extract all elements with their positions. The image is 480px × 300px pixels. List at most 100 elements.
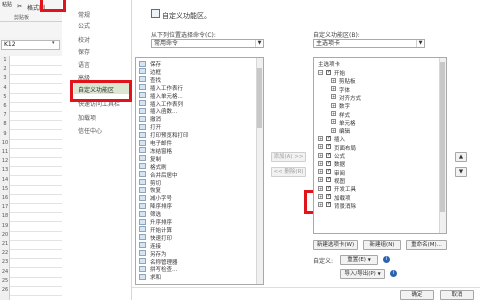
tree-scrollbar-thumb[interactable] bbox=[440, 62, 445, 212]
choose-commands-select[interactable]: 常用命令 ▼ bbox=[151, 39, 264, 48]
commands-list-scrollbar[interactable] bbox=[256, 58, 263, 284]
tree-group-item[interactable]: 编辑 bbox=[339, 127, 350, 135]
command-list-item[interactable]: 名称管理器 bbox=[150, 258, 178, 266]
nav-item-formulas[interactable]: 公式 bbox=[78, 21, 90, 30]
row-number[interactable]: 21 bbox=[0, 241, 10, 247]
expand-icon[interactable]: + bbox=[318, 160, 323, 166]
namebox-chevron-down-icon[interactable]: ▾ bbox=[52, 40, 55, 46]
nav-item-save[interactable]: 保存 bbox=[78, 47, 90, 56]
command-list-item[interactable]: 拼写检查... bbox=[150, 265, 177, 273]
command-list-item[interactable]: 撤消 bbox=[150, 115, 161, 123]
tree-tab-item[interactable]: 开始 bbox=[334, 69, 345, 77]
tree-tab-item[interactable]: 插入 bbox=[334, 135, 345, 143]
row-number[interactable]: 13 bbox=[0, 167, 10, 173]
command-list-item[interactable]: 连接 bbox=[150, 242, 161, 250]
tab-checkbox[interactable]: ✓ bbox=[326, 144, 331, 150]
row-number[interactable]: 7 bbox=[0, 112, 10, 118]
command-list-item[interactable]: 格式刷 bbox=[150, 163, 167, 171]
remove-button[interactable]: << 删除(R) bbox=[271, 167, 306, 177]
row-number[interactable]: 18 bbox=[0, 213, 10, 219]
command-list-item[interactable]: 电子邮件 bbox=[150, 139, 172, 147]
expand-icon[interactable]: + bbox=[318, 144, 323, 150]
row-number[interactable]: 5 bbox=[0, 94, 10, 100]
expand-icon[interactable]: + bbox=[331, 94, 336, 100]
command-list-item[interactable]: 升序排序 bbox=[150, 218, 172, 226]
row-number[interactable]: 3 bbox=[0, 75, 10, 81]
tab-checkbox[interactable]: ✓ bbox=[326, 194, 331, 199]
row-number[interactable]: 11 bbox=[0, 149, 10, 155]
tree-tab-item[interactable]: 公式 bbox=[334, 152, 345, 160]
tree-group-item[interactable]: 数字 bbox=[339, 102, 350, 110]
move-down-button[interactable]: ▼ bbox=[455, 167, 467, 177]
chevron-down-icon[interactable]: ▼ bbox=[255, 40, 263, 47]
tab-checkbox[interactable]: ✓ bbox=[326, 202, 331, 208]
tab-checkbox[interactable]: ✓ bbox=[326, 177, 331, 183]
row-number[interactable]: 16 bbox=[0, 195, 10, 201]
commands-list[interactable]: 保存 边框 查找 插入工作表行 插入单元格... 插入工作表列 插入函数... 撤消 打开 打印预… bbox=[135, 57, 264, 285]
row-number[interactable]: 10 bbox=[0, 140, 10, 146]
expand-icon[interactable]: + bbox=[318, 185, 323, 191]
tab-checkbox[interactable]: ✓ bbox=[326, 152, 331, 158]
row-number[interactable]: 12 bbox=[0, 158, 10, 164]
command-list-item[interactable]: 复制 bbox=[150, 155, 161, 163]
command-list-item[interactable]: 打开 bbox=[150, 123, 161, 131]
expand-icon[interactable]: + bbox=[318, 177, 323, 183]
chevron-down-icon[interactable]: ▼ bbox=[416, 40, 424, 47]
nav-item-language[interactable]: 语言 bbox=[78, 60, 90, 69]
move-up-button[interactable]: ▲ bbox=[455, 152, 467, 162]
command-list-item[interactable]: 冻结窗格 bbox=[150, 147, 172, 155]
new-group-button[interactable]: 新建组(N) bbox=[363, 240, 401, 250]
row-number[interactable]: 8 bbox=[0, 121, 10, 127]
command-list-item[interactable]: 插入函数... bbox=[150, 107, 177, 115]
row-number[interactable]: 19 bbox=[0, 223, 10, 229]
add-button[interactable]: 添加(A) >> bbox=[271, 152, 306, 162]
command-list-item[interactable]: 减小字号 bbox=[150, 194, 172, 202]
command-list-item[interactable]: 合并后居中 bbox=[150, 171, 178, 179]
nav-item-trust-center[interactable]: 信任中心 bbox=[78, 126, 102, 135]
tree-tab-item[interactable]: 背景消除 bbox=[334, 202, 356, 210]
expand-icon[interactable]: + bbox=[331, 119, 336, 125]
tree-tab-item[interactable]: 开发工具 bbox=[334, 185, 356, 193]
row-number[interactable]: 26 bbox=[0, 287, 10, 293]
row-number[interactable]: 20 bbox=[0, 232, 10, 238]
command-list-item[interactable]: 插入单元格... bbox=[150, 92, 183, 100]
collapse-icon[interactable]: − bbox=[318, 69, 323, 75]
tree-tab-item[interactable]: 视图 bbox=[334, 177, 345, 185]
command-list-item[interactable]: 插入工作表列 bbox=[150, 100, 183, 108]
row-number[interactable]: 1 bbox=[0, 57, 10, 63]
row-number[interactable]: 22 bbox=[0, 250, 10, 256]
command-list-item[interactable]: 打印预览和打印 bbox=[150, 131, 189, 139]
tree-scrollbar[interactable] bbox=[439, 58, 446, 233]
tree-tab-item[interactable]: 页面布局 bbox=[334, 144, 356, 152]
cancel-button[interactable]: 取消 bbox=[440, 290, 474, 300]
command-list-item[interactable]: 开始计算 bbox=[150, 226, 172, 234]
nav-item-addins[interactable]: 加载项 bbox=[78, 113, 96, 122]
command-list-item[interactable]: 降序排序 bbox=[150, 202, 172, 210]
new-tab-button[interactable]: 新建选项卡(W) bbox=[313, 240, 358, 250]
tree-group-item[interactable]: 样式 bbox=[339, 111, 350, 119]
row-number[interactable]: 17 bbox=[0, 204, 10, 210]
command-list-item[interactable]: 保存 bbox=[150, 60, 161, 68]
row-number[interactable]: 23 bbox=[0, 259, 10, 265]
tree-tab-item[interactable]: 加载项 bbox=[334, 194, 351, 202]
tab-checkbox[interactable]: ✓ bbox=[326, 69, 331, 75]
expand-icon[interactable]: + bbox=[331, 86, 336, 92]
reset-button[interactable]: 重置(E) ▼ bbox=[340, 255, 378, 265]
row-number[interactable]: 14 bbox=[0, 177, 10, 183]
command-list-item[interactable]: 另存为 bbox=[150, 250, 167, 258]
tab-checkbox[interactable]: ✓ bbox=[326, 169, 331, 175]
nav-item-proofing[interactable]: 校对 bbox=[78, 35, 90, 44]
command-list-item[interactable]: 筛选 bbox=[150, 210, 161, 218]
tree-group-item[interactable]: 对齐方式 bbox=[339, 94, 361, 102]
row-number[interactable]: 9 bbox=[0, 131, 10, 137]
command-list-item[interactable]: 恢复 bbox=[150, 186, 161, 194]
tab-checkbox[interactable]: ✓ bbox=[326, 185, 331, 191]
row-number[interactable]: 25 bbox=[0, 278, 10, 284]
command-list-item[interactable]: 查找 bbox=[150, 76, 161, 84]
tree-group-item[interactable]: 字体 bbox=[339, 86, 350, 94]
nav-item-general[interactable]: 常规 bbox=[78, 10, 90, 19]
expand-icon[interactable]: + bbox=[331, 77, 336, 83]
expand-icon[interactable]: + bbox=[318, 152, 323, 158]
scrollbar-thumb[interactable] bbox=[257, 68, 262, 128]
command-list-item[interactable]: 求和 bbox=[150, 273, 161, 281]
